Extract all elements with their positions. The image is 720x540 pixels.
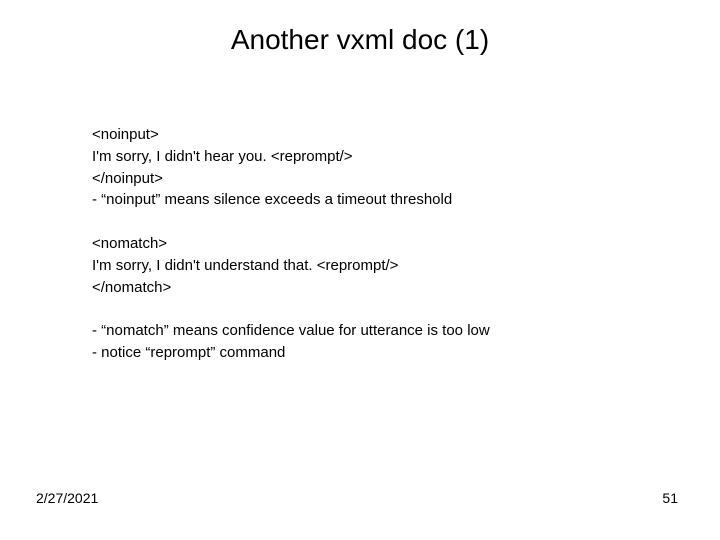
footer-page: 51 xyxy=(662,490,678,506)
block-noinput: <noinput> I'm sorry, I didn't hear you. … xyxy=(92,124,652,211)
note-line: - notice “reprompt” command xyxy=(92,342,652,364)
code-line: I'm sorry, I didn't understand that. <re… xyxy=(92,255,652,277)
slide: Another vxml doc (1) <noinput> I'm sorry… xyxy=(0,0,720,540)
note-line: - “noinput” means silence exceeds a time… xyxy=(92,189,652,211)
code-line: </nomatch> xyxy=(92,277,652,299)
code-line: <nomatch> xyxy=(92,233,652,255)
code-line: I'm sorry, I didn't hear you. <reprompt/… xyxy=(92,146,652,168)
note-line: - “nomatch” means confidence value for u… xyxy=(92,320,652,342)
block-notes: - “nomatch” means confidence value for u… xyxy=(92,320,652,364)
slide-body: <noinput> I'm sorry, I didn't hear you. … xyxy=(92,124,652,386)
slide-title: Another vxml doc (1) xyxy=(0,24,720,56)
code-line: </noinput> xyxy=(92,168,652,190)
code-line: <noinput> xyxy=(92,124,652,146)
block-nomatch: <nomatch> I'm sorry, I didn't understand… xyxy=(92,233,652,298)
footer-date: 2/27/2021 xyxy=(36,490,98,506)
